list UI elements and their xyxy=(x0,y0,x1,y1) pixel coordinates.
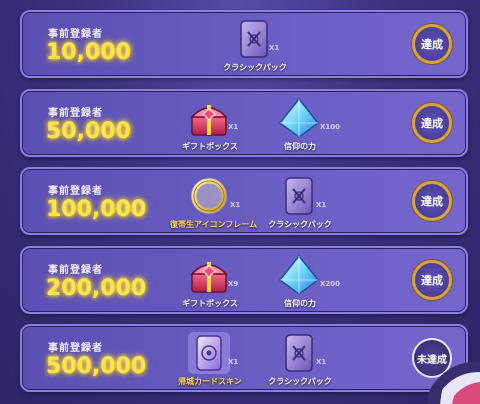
reward-multiplier: X1 xyxy=(230,201,241,209)
reward-item[interactable]: X1 復帯生アイコンフレーム xyxy=(170,175,258,231)
reward-item[interactable]: X1 ギフトボックス xyxy=(170,97,250,153)
tier-row: 事前登録者 500,000 X1 帰城カードスキン X1 クラシックパック 未達… xyxy=(20,324,468,392)
tier-label: 事前登録者 xyxy=(48,186,103,197)
reward-multiplier: X9 xyxy=(228,280,239,288)
tier-label: 事前登録者 xyxy=(48,265,103,276)
status-badge[interactable]: 達成 xyxy=(412,24,452,64)
tier-count: 50,000 xyxy=(46,119,131,144)
status-badge[interactable]: 達成 xyxy=(412,260,452,300)
reward-multiplier: X1 xyxy=(228,123,239,131)
tier-row: 事前登録者 200,000 X9 ギフトボックス X200 信仰の力 達成 xyxy=(20,246,468,314)
reward-name: クラシックパック xyxy=(223,63,287,72)
faith-crystal-icon xyxy=(278,97,320,138)
reward-name: 信仰の力 xyxy=(284,299,316,308)
status-badge[interactable]: 達成 xyxy=(412,103,452,143)
reward-multiplier: X1 xyxy=(316,201,327,209)
classic-pack-icon xyxy=(285,177,313,215)
icon-frame-icon xyxy=(191,178,227,214)
reward-name: ギフトボックス xyxy=(182,299,238,308)
reward-multiplier: X1 xyxy=(316,358,327,366)
reward-multiplier: X1 xyxy=(269,44,280,52)
tier-count: 100,000 xyxy=(46,197,147,222)
reward-item[interactable]: X9 ギフトボックス xyxy=(170,254,250,310)
reward-item[interactable]: X200 信仰の力 xyxy=(260,254,340,310)
tier-row: 事前登録者 100,000 X1 復帯生アイコンフレーム X1 クラシックパック… xyxy=(20,167,468,235)
classic-pack-icon xyxy=(240,20,268,58)
gift-box-icon xyxy=(190,105,228,136)
tier-count: 10,000 xyxy=(46,40,131,65)
tier-row: 事前登録者 10,000 X1 クラシックパック 達成 xyxy=(20,10,468,78)
tier-count: 500,000 xyxy=(46,354,147,379)
reward-multiplier: X1 xyxy=(228,358,239,366)
reward-name: 復帯生アイコンフレーム xyxy=(170,220,258,229)
reward-item[interactable]: X1 クラシックパック xyxy=(260,332,340,388)
tier-label: 事前登録者 xyxy=(48,108,103,119)
tier-label: 事前登録者 xyxy=(48,343,103,354)
reward-name: 帰城カードスキン xyxy=(178,377,242,386)
status-badge[interactable]: 達成 xyxy=(412,181,452,221)
tier-label: 事前登録者 xyxy=(48,29,103,40)
reward-name: クラシックパック xyxy=(268,220,332,229)
reward-item[interactable]: X1 クラシックパック xyxy=(215,18,295,74)
reward-name: クラシックパック xyxy=(268,377,332,386)
gift-box-icon xyxy=(190,262,228,293)
reward-multiplier: X100 xyxy=(320,123,341,131)
reward-name: 信仰の力 xyxy=(284,142,316,151)
card-skin-icon xyxy=(188,332,230,374)
reward-item[interactable]: X100 信仰の力 xyxy=(260,97,340,153)
reward-item[interactable]: X1 クラシックパック xyxy=(260,175,340,231)
faith-crystal-icon xyxy=(278,254,320,295)
reward-name: ギフトボックス xyxy=(182,142,238,151)
character-corner-decoration xyxy=(427,361,480,404)
tier-row: 事前登録者 50,000 X1 ギフトボックス X100 信仰の力 達成 xyxy=(20,89,468,157)
reward-multiplier: X200 xyxy=(320,280,341,288)
reward-item[interactable]: X1 帰城カードスキン xyxy=(170,332,250,388)
tier-count: 200,000 xyxy=(46,276,147,301)
classic-pack-icon xyxy=(285,334,313,372)
